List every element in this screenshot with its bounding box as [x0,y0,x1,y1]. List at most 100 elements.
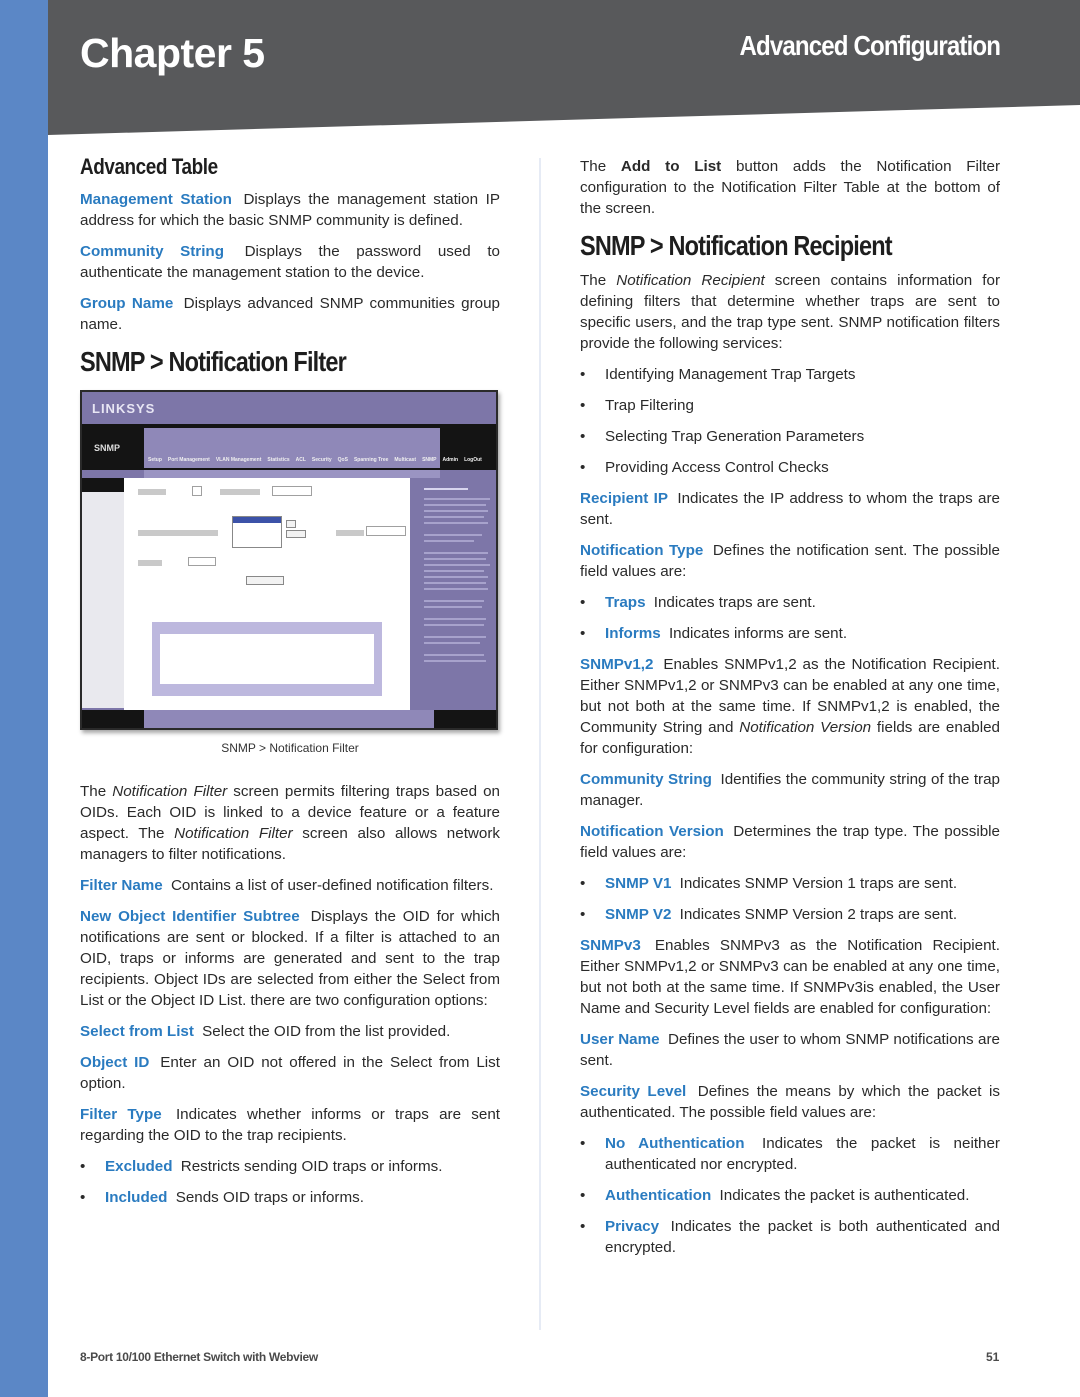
help-line [424,570,484,572]
figure-caption: SNMP > Notification Filter [221,741,359,755]
list-item: • Traps Indicates traps are sent. [580,592,1000,613]
help-line [424,558,486,560]
filter-type-list: • Excluded Restricts sending OID traps or… [80,1156,500,1208]
list-item: • Authentication Indicates the packet is … [580,1185,1000,1206]
paragraph-text: The [580,158,621,175]
screenshot-up-button [286,520,296,528]
notification-filter-screenshot: LINKSYS SNMP Setup Port Management VLAN … [80,390,498,730]
bullet-icon: • [580,594,586,611]
term: Informs [605,625,661,642]
definition-text: Indicates traps are sent. [653,594,816,611]
bullet-icon: • [580,625,586,642]
nav-item: VLAN Management [215,457,262,463]
bullet-icon: • [580,428,586,445]
screenshot-field-label [138,560,162,566]
help-line [424,488,468,490]
intro-text: The [80,783,113,800]
version-list: • SNMP V1 Indicates SNMP Version 1 traps … [580,873,1000,925]
screenshot-nav-items: Setup Port Management VLAN Management St… [148,450,482,471]
notification-recipient-intro: The Notification Recipient screen contai… [580,270,1000,354]
bullet-icon: • [580,1187,586,1204]
notification-filter-intro: The Notification Filter screen permits f… [80,781,500,865]
linksys-logo: LINKSYS [92,401,156,416]
intro-emphasis: Notification Recipient [616,272,765,289]
column-divider [539,158,541,1330]
term: Community String [80,243,224,260]
bullet-icon: • [580,1218,586,1235]
list-item: • SNMP V1 Indicates SNMP Version 1 traps … [580,873,1000,894]
nav-item: SNMP [422,457,437,463]
definition-text: Indicates the packet is both authenticat… [605,1218,1000,1256]
nav-item: LogOut [464,457,482,463]
screenshot-field-label [138,530,218,536]
definition-select-from-list: Select from List Select the OID from the… [80,1021,500,1042]
section-title: Advanced Configuration [739,30,1001,61]
screenshot-add-button [246,576,284,585]
help-line [424,522,488,524]
screenshot-field-label [220,489,260,495]
bullet-icon: • [580,906,586,923]
help-line [424,504,486,506]
nav-item: Multicast [394,457,417,463]
list-item: • Excluded Restricts sending OID traps or… [80,1156,500,1177]
term: Management Station [80,191,232,208]
definition-text: Enables SNMPv3 as the Notification Recip… [580,937,1000,1017]
help-line [424,642,480,644]
list-item: • Selecting Trap Generation Parameters [580,426,1000,447]
term: Authentication [605,1187,712,1204]
definition-user-name: User Name Defines the user to whom SNMP … [580,1029,1000,1071]
chapter-title: Chapter 5 [80,30,265,76]
service-text: Selecting Trap Generation Parameters [605,428,865,445]
term: New Object Identifier Subtree [80,908,300,925]
screenshot-listbox-selected [233,517,281,523]
add-to-list-paragraph: The Add to List button adds the Notifica… [580,156,1000,219]
bullet-icon: • [580,459,586,476]
term: Recipient IP [580,490,669,507]
screenshot-field-label [336,530,364,536]
definition-text: Sends OID traps or informs. [175,1189,364,1206]
screenshot-input [366,526,406,536]
help-line [424,618,486,620]
help-line [424,564,490,566]
definition-notification-type: Notification Type Defines the notificati… [580,540,1000,582]
nav-item: Port Management [167,457,210,463]
help-line [424,636,486,638]
page-number: 51 [986,1350,1000,1364]
term: Community String [580,771,712,788]
definition-management-station: Management Station Displays the manageme… [80,189,500,231]
nav-item: Spanning Tree [353,457,389,463]
term: Filter Type [80,1106,162,1123]
list-item: • No Authentication Indicates the packet … [580,1133,1000,1175]
help-line [424,534,482,536]
help-line [424,654,484,656]
bullet-icon: • [580,875,586,892]
definition-recipient-ip: Recipient IP Indicates the IP address to… [580,488,1000,530]
definition-text: Indicates SNMP Version 2 traps are sent. [679,906,958,923]
definition-community-string: Community String Displays the password u… [80,241,500,283]
definition-text: Restricts sending OID traps or informs. [180,1158,443,1175]
definition-text: Indicates the packet is authenticated. [719,1187,970,1204]
help-line [424,498,490,500]
term: Included [105,1189,168,1206]
nav-item: Admin [442,457,459,463]
list-item: • Included Sends OID traps or informs. [80,1187,500,1208]
nav-item: ACL [295,457,306,463]
right-column: The Add to List button adds the Notifica… [580,156,1000,1268]
screenshot-down-button [286,530,306,538]
list-item: • Privacy Indicates the packet is both au… [580,1216,1000,1258]
definition-snmpv12: SNMPv1,2 Enables SNMPv1,2 as the Notific… [580,654,1000,759]
help-line [424,516,484,518]
nav-item: QoS [337,457,348,463]
screenshot-left-pane [82,478,124,708]
screenshot-footer-right [434,710,496,728]
definition-text: Indicates informs are sent. [668,625,848,642]
list-item: • Trap Filtering [580,395,1000,416]
definition-community-string-recipient: Community String Identifies the communit… [580,769,1000,811]
help-line [424,582,486,584]
help-line [424,540,474,542]
term: Excluded [105,1158,173,1175]
service-text: Trap Filtering [605,397,694,414]
definition-text: Indicates SNMP Version 1 traps are sent. [679,875,958,892]
bullet-icon: • [580,397,586,414]
screenshot-listbox [232,516,282,548]
